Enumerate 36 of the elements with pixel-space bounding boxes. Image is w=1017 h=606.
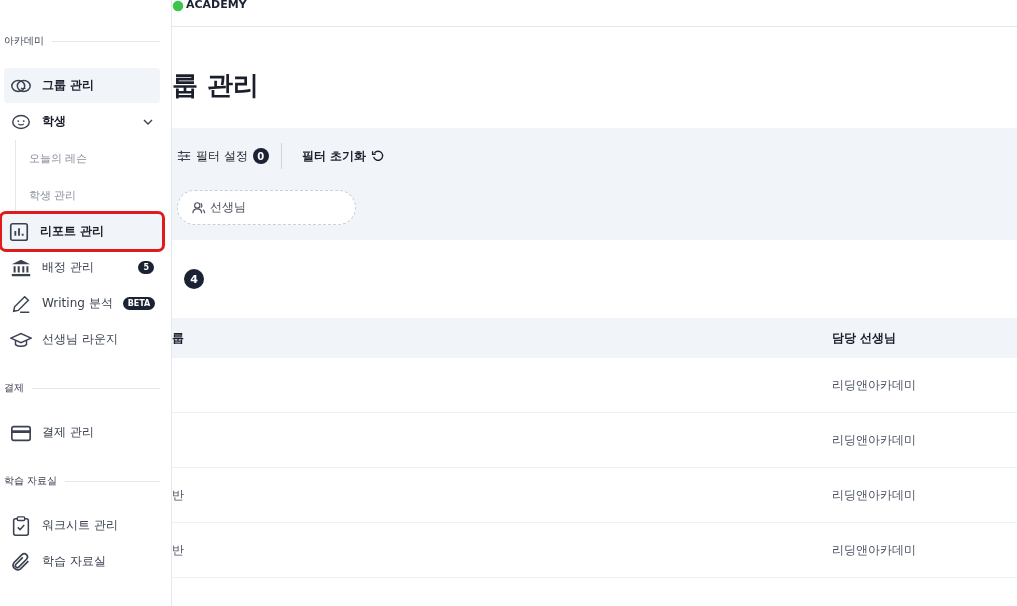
- clipboard-check-icon: [10, 514, 32, 537]
- filter-reset-button[interactable]: 필터 초기화: [301, 147, 385, 165]
- table-cell-text: 리딩앤아카데미: [832, 376, 917, 394]
- column-header: 담당 선생님: [832, 329, 898, 347]
- sidebar-item[interactable]: 학습 자료실: [4, 544, 160, 579]
- sliders-icon: [177, 149, 191, 163]
- count-badge: 0: [252, 148, 269, 164]
- paperclip-icon: [10, 550, 32, 573]
- sidebar-item[interactable]: 배정 관리 5: [4, 250, 160, 285]
- section-label: 학습 자료실: [4, 474, 58, 488]
- teacher-filter-chip[interactable]: 선생님: [177, 190, 356, 225]
- column-header: 룹: [172, 329, 185, 347]
- count-badge: 5: [138, 261, 154, 274]
- count-badge: BETA: [122, 297, 156, 310]
- bar-chart-icon: [8, 220, 30, 243]
- page-title: 룹 관리: [172, 69, 261, 101]
- sidebar-item[interactable]: 리포트 관리: [2, 214, 162, 249]
- sidebar-item[interactable]: 결제 관리: [4, 415, 160, 450]
- sidebar-item[interactable]: 학생: [4, 104, 160, 139]
- table-cell-text: 리딩앤아카데미: [832, 541, 917, 559]
- section-label: 아카데미: [4, 34, 44, 48]
- people-icon: [192, 200, 206, 215]
- table-cell: 반: [172, 542, 184, 557]
- reset-icon: [371, 149, 385, 163]
- count-badge: 4: [184, 269, 204, 289]
- table-cell: 반: [172, 487, 184, 502]
- sidebar-item[interactable]: 그룹 관리: [4, 68, 160, 103]
- logo-icon: [172, 0, 184, 12]
- section-label: 결제: [4, 381, 24, 395]
- sidebar-item[interactable]: 선생님 라운지: [4, 322, 160, 357]
- sidebar-item[interactable]: Writing 분석 BETA: [4, 286, 160, 321]
- filter-settings-button[interactable]: 필터 설정 0: [177, 147, 269, 165]
- sidebar-item[interactable]: 워크시트 관리: [4, 508, 160, 543]
- table-cell-text: 리딩앤아카데미: [832, 431, 917, 449]
- table-cell-text: 리딩앤아카데미: [832, 486, 917, 504]
- logo-text: ACADEMY: [186, 0, 247, 10]
